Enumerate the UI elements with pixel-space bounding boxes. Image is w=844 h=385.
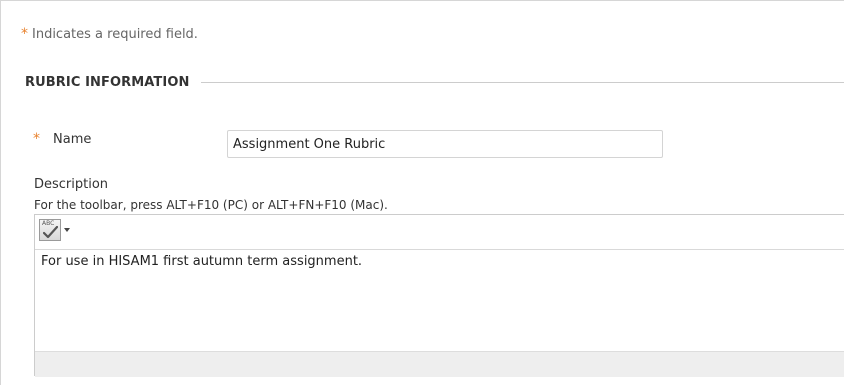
name-label: * Name — [33, 131, 91, 147]
spellcheck-dropdown-button[interactable] — [61, 219, 73, 241]
section-title: RUBRIC INFORMATION — [25, 74, 190, 90]
rubric-form: * Indicates a required field. RUBRIC INFO… — [0, 0, 844, 385]
section-divider — [201, 81, 844, 83]
spellcheck-icon — [43, 226, 58, 239]
chevron-down-icon — [64, 228, 70, 232]
required-star-icon: * — [33, 131, 40, 147]
section-header: RUBRIC INFORMATION — [25, 73, 844, 91]
name-input[interactable] — [227, 130, 663, 158]
spellcheck-button[interactable]: ABC — [39, 219, 61, 241]
name-label-text: Name — [53, 131, 92, 147]
description-label: Description — [34, 177, 109, 192]
description-textarea[interactable]: For use in HISAM1 first autumn term assi… — [35, 250, 844, 351]
required-field-note: * Indicates a required field. — [21, 26, 198, 42]
description-editor: ABC For use in HISAM1 first autumn term … — [34, 214, 844, 377]
required-note-text: Indicates a required field. — [32, 27, 198, 42]
editor-toolbar: ABC — [35, 215, 844, 250]
editor-status-bar — [35, 351, 844, 377]
required-star-icon: * — [21, 26, 28, 42]
toolbar-hint: For the toolbar, press ALT+F10 (PC) or A… — [34, 198, 388, 212]
